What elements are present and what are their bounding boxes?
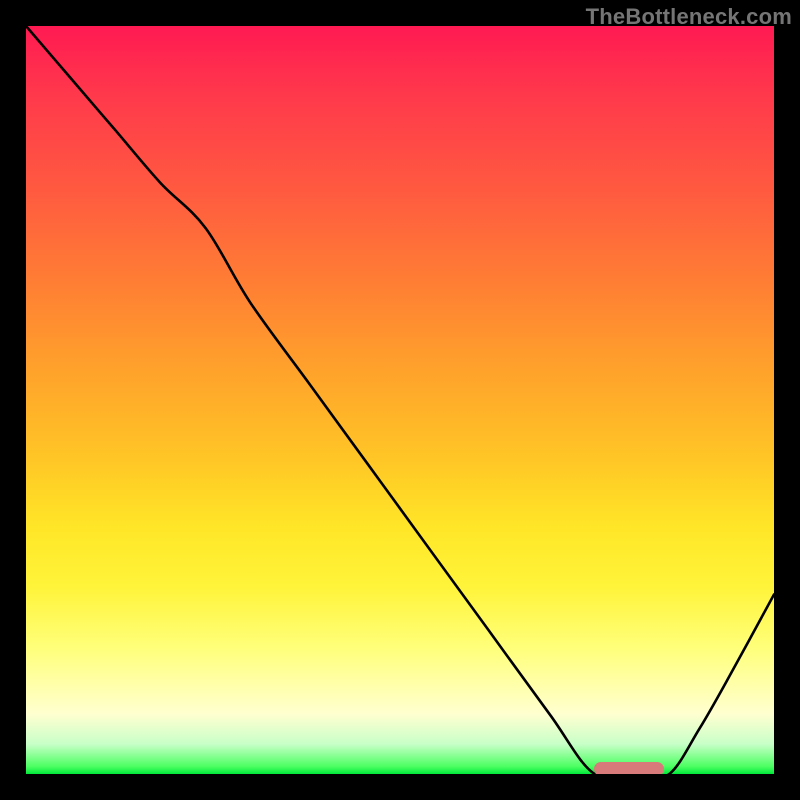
chart-root: TheBottleneck.com (0, 0, 800, 800)
watermark-text: TheBottleneck.com (586, 4, 792, 30)
plot-gradient-background (26, 26, 774, 774)
x-axis (0, 774, 800, 800)
y-axis (0, 0, 26, 800)
